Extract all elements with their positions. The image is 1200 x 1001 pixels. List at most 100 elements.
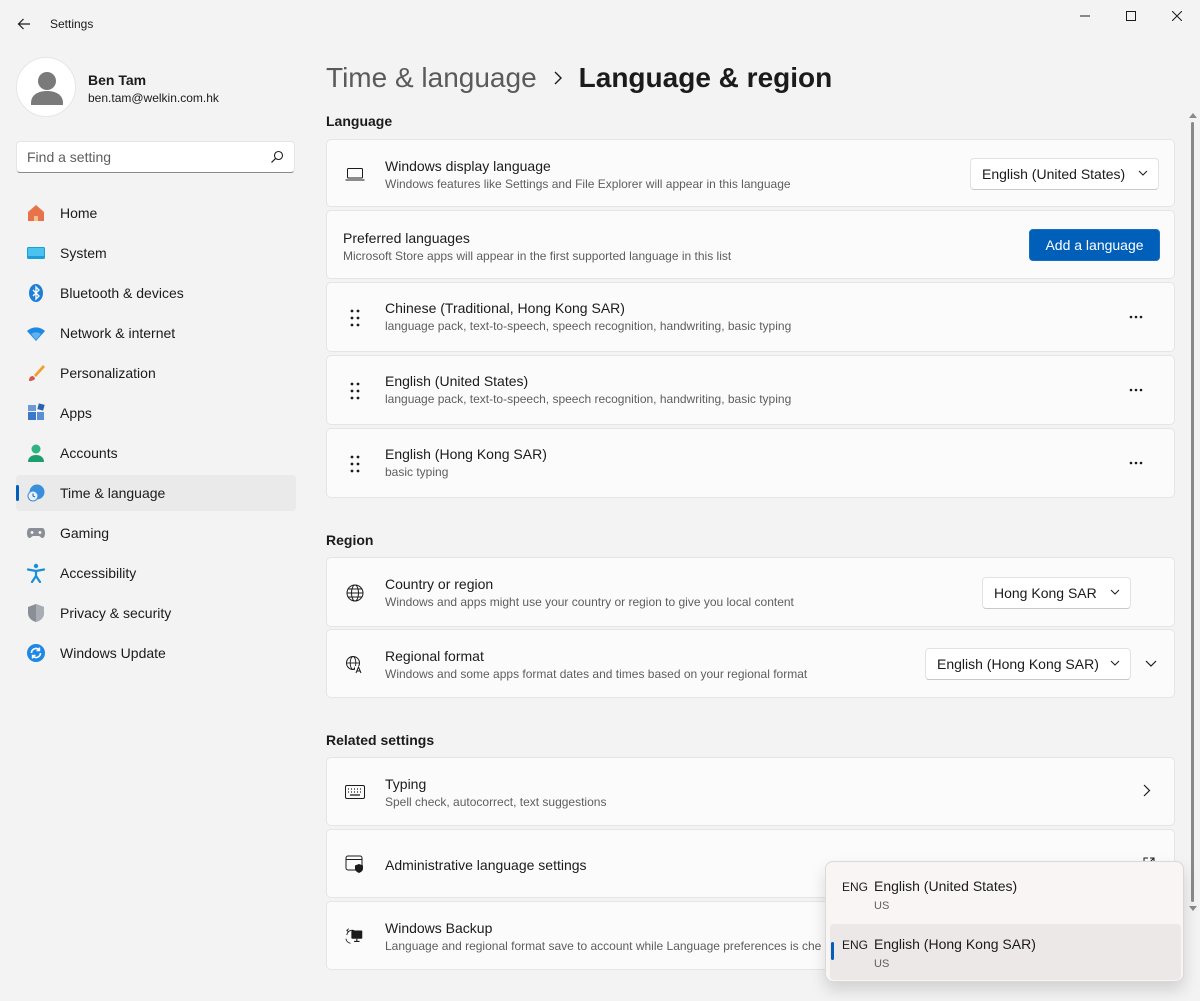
dropdown-value: English (United States)	[982, 166, 1126, 182]
ellipsis-icon	[1129, 388, 1143, 392]
language-code: ENG	[842, 938, 869, 952]
input-language-option-selected[interactable]: ENG English (Hong Kong SAR) US	[830, 924, 1181, 980]
minimize-button[interactable]	[1062, 0, 1108, 32]
regional-format-dropdown[interactable]: English (Hong Kong SAR)	[925, 648, 1131, 680]
dropdown-value: English (Hong Kong SAR)	[937, 656, 1099, 672]
card-subtitle: Windows and apps might use your country …	[385, 595, 794, 609]
sidebar-item-label: Accounts	[60, 445, 118, 461]
time-language-icon	[27, 484, 45, 502]
typing-card[interactable]: Typing Spell check, autocorrect, text su…	[326, 757, 1175, 826]
sidebar-item-label: Apps	[60, 405, 92, 421]
more-options-button[interactable]	[1124, 451, 1148, 475]
wifi-icon	[27, 327, 45, 341]
person-icon	[31, 72, 63, 105]
card-subtitle: language pack, text-to-speech, speech re…	[385, 392, 792, 406]
language-list-item[interactable]: English (Hong Kong SAR) basic typing	[326, 428, 1175, 498]
title-bar: Settings	[0, 0, 1200, 48]
sidebar-item-bluetooth[interactable]: Bluetooth & devices	[16, 275, 296, 311]
brush-icon	[29, 365, 45, 381]
sidebar-item-privacy[interactable]: Privacy & security	[16, 595, 296, 631]
more-options-button[interactable]	[1124, 378, 1148, 402]
gamepad-icon	[27, 528, 45, 538]
sidebar-item-accessibility[interactable]: Accessibility	[16, 555, 296, 591]
card-subtitle: Spell check, autocorrect, text suggestio…	[385, 795, 607, 809]
language-list-item[interactable]: English (United States) language pack, t…	[326, 355, 1175, 425]
card-title: English (Hong Kong SAR)	[385, 446, 547, 462]
chevron-down-icon	[1138, 170, 1148, 176]
card-subtitle: Microsoft Store apps will appear in the …	[343, 249, 732, 263]
keyboard-layout: US	[874, 958, 890, 970]
card-title: Regional format	[385, 648, 484, 664]
sidebar-item-home[interactable]: Home	[16, 195, 296, 231]
system-icon	[27, 247, 45, 259]
sidebar-item-system[interactable]: System	[16, 235, 296, 271]
drag-handle-icon[interactable]	[345, 454, 365, 474]
sidebar-item-label: Network & internet	[60, 325, 176, 341]
display-language-dropdown[interactable]: English (United States)	[970, 158, 1159, 190]
sidebar-item-personalization[interactable]: Personalization	[16, 355, 296, 391]
back-button[interactable]	[10, 10, 38, 38]
update-icon	[27, 644, 45, 662]
language-name: English (Hong Kong SAR)	[874, 936, 1036, 952]
drag-handle-icon[interactable]	[345, 308, 365, 328]
sidebar-item-label: System	[60, 245, 107, 261]
input-language-option[interactable]: ENG English (United States) US	[830, 866, 1181, 922]
country-region-card: Country or region Windows and apps might…	[326, 557, 1175, 627]
sidebar-item-network[interactable]: Network & internet	[16, 315, 296, 351]
expand-button[interactable]	[1139, 654, 1163, 674]
dropdown-value: Hong Kong SAR	[994, 585, 1097, 601]
language-name: English (United States)	[874, 878, 1018, 894]
ellipsis-icon	[1129, 315, 1143, 319]
app-title: Settings	[50, 17, 94, 31]
windows-display-language-card: Windows display language Windows feature…	[326, 139, 1175, 207]
apps-icon	[28, 403, 45, 420]
card-subtitle: basic typing	[385, 465, 449, 479]
scroll-down-icon[interactable]	[1189, 906, 1197, 912]
chevron-down-icon	[1145, 660, 1157, 667]
keyboard-layout: US	[874, 900, 890, 912]
card-title: Country or region	[385, 576, 494, 592]
chevron-right-icon	[1143, 784, 1151, 802]
sidebar-item-time-language[interactable]: Time & language	[16, 475, 296, 511]
maximize-icon	[1126, 11, 1136, 21]
language-list-item[interactable]: Chinese (Traditional, Hong Kong SAR) lan…	[326, 282, 1175, 352]
profile-name: Ben Tam	[88, 72, 147, 88]
sidebar-item-windows-update[interactable]: Windows Update	[16, 635, 296, 671]
sidebar-item-label: Time & language	[60, 485, 166, 501]
shield-icon	[28, 604, 44, 622]
card-subtitle: Windows features like Settings and File …	[385, 177, 791, 191]
card-title: English (United States)	[385, 373, 529, 389]
scrollbar-thumb[interactable]	[1191, 122, 1194, 902]
sidebar-item-apps[interactable]: Apps	[16, 395, 296, 431]
scroll-up-icon[interactable]	[1189, 112, 1197, 118]
sidebar-item-gaming[interactable]: Gaming	[16, 515, 296, 551]
card-title: Windows display language	[385, 158, 551, 174]
minimize-icon	[1080, 15, 1090, 17]
accounts-icon	[28, 444, 44, 462]
search-input[interactable]	[17, 142, 257, 172]
scrollbar[interactable]	[1189, 112, 1197, 912]
sidebar-item-label: Gaming	[60, 525, 110, 541]
search-icon[interactable]	[270, 150, 284, 164]
sidebar-nav: Home System Bluetooth & devices Network …	[16, 195, 296, 675]
close-button[interactable]	[1154, 0, 1200, 32]
card-subtitle: Windows and some apps format dates and t…	[385, 667, 808, 681]
more-options-button[interactable]	[1124, 305, 1148, 329]
breadcrumb-parent[interactable]: Time & language	[326, 62, 537, 94]
sidebar-item-accounts[interactable]: Accounts	[16, 435, 296, 471]
country-region-dropdown[interactable]: Hong Kong SAR	[982, 577, 1131, 609]
sidebar-item-label: Accessibility	[60, 565, 137, 581]
card-subtitle: Language and regional format save to acc…	[385, 939, 822, 953]
user-profile[interactable]: Ben Tam ben.tam@welkin.com.hk	[16, 57, 306, 117]
close-icon	[1172, 11, 1182, 21]
card-title: Typing	[385, 776, 427, 792]
section-title-region: Region	[326, 532, 374, 548]
search-box[interactable]	[16, 141, 295, 173]
regional-format-card[interactable]: Regional format Windows and some apps fo…	[326, 629, 1175, 698]
add-language-button[interactable]: Add a language	[1029, 229, 1160, 261]
section-title-language: Language	[326, 113, 393, 129]
drag-handle-icon[interactable]	[345, 381, 365, 401]
admin-window-shield-icon	[345, 854, 365, 874]
input-language-flyout: ENG English (United States) US ENG Engli…	[825, 861, 1184, 982]
maximize-button[interactable]	[1108, 0, 1154, 32]
